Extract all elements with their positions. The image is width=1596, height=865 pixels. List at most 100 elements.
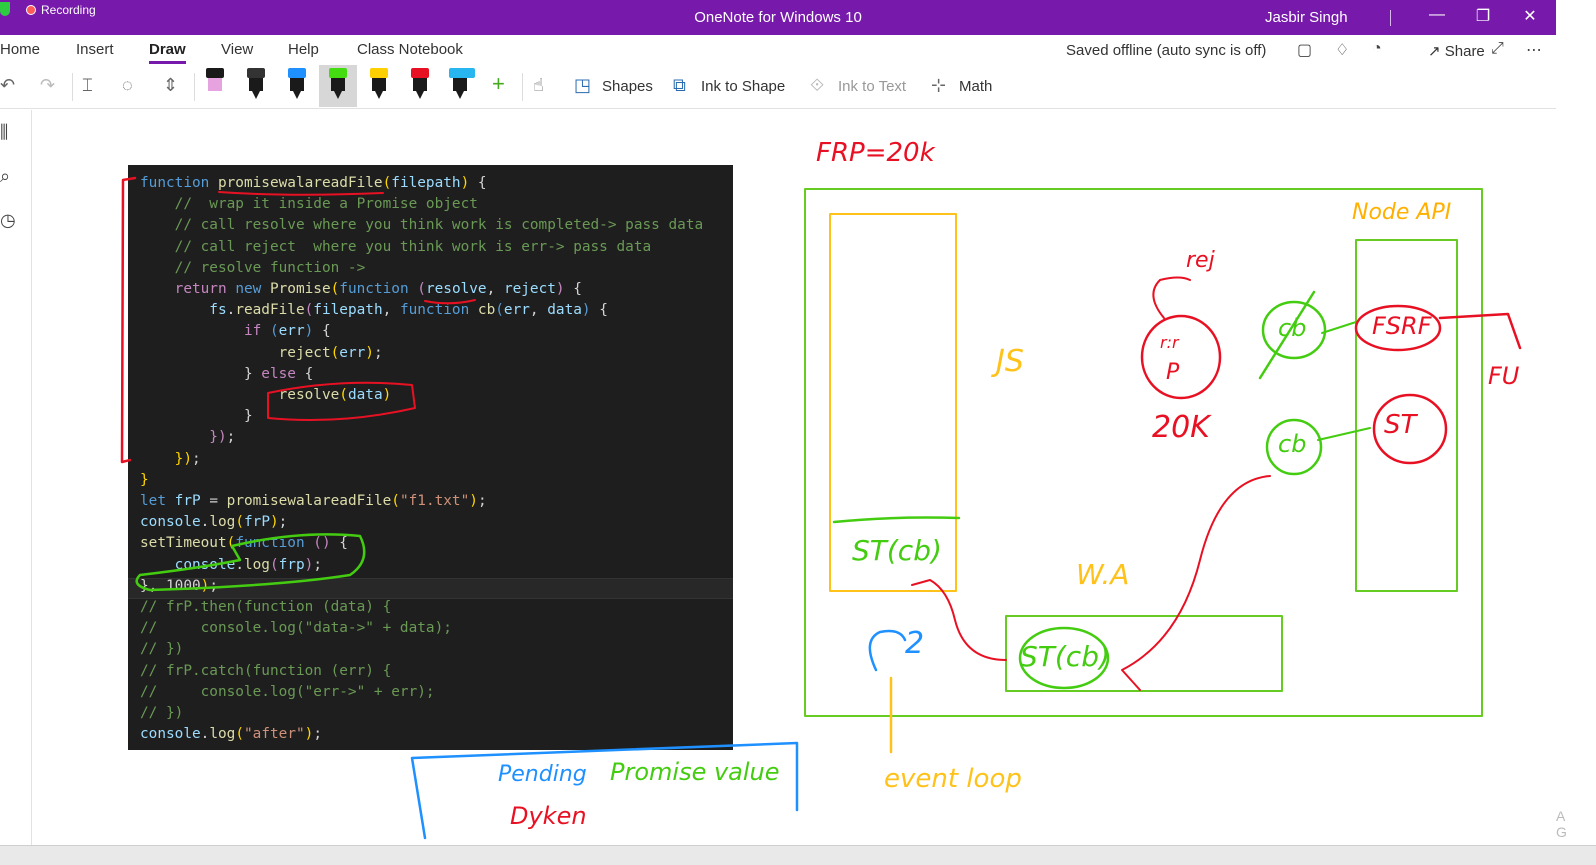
js-label: JS: [996, 344, 1024, 379]
sync-status: Saved offline (auto sync is off): [1066, 42, 1267, 59]
code-token: if: [140, 323, 270, 340]
notebooks-icon[interactable]: ⫼: [0, 122, 8, 143]
code-token: ): [365, 344, 374, 361]
tab-insert[interactable]: Insert: [76, 41, 114, 58]
code-token: ,: [486, 281, 504, 297]
code-token: (: [269, 323, 279, 340]
code-token: filepath: [391, 175, 461, 191]
close-button[interactable]: ✕: [1515, 6, 1545, 26]
yellow-pen[interactable]: [368, 65, 390, 101]
code-token: filepath: [313, 302, 383, 319]
rej-label: rej: [1186, 248, 1215, 273]
left-navigation: ⫼ ⌕ ◷: [0, 110, 32, 850]
code-token: else: [261, 365, 296, 382]
share-label: Share: [1444, 43, 1485, 60]
code-token: (: [391, 493, 400, 509]
user-name[interactable]: Jasbir Singh: [1265, 9, 1348, 26]
math-icon[interactable]: ⊹: [931, 75, 946, 96]
code-token: new: [235, 281, 270, 297]
tab-class-notebook[interactable]: Class Notebook: [357, 41, 463, 58]
p-label: P: [1166, 360, 1180, 385]
add-pen-button[interactable]: +: [492, 71, 505, 97]
code-token: promisewalareadFile: [217, 175, 383, 191]
tab-draw[interactable]: Draw: [149, 41, 186, 64]
code-token: (: [382, 175, 392, 191]
math-button[interactable]: Math: [959, 78, 992, 95]
code-token: ;: [373, 344, 383, 361]
lasso-select-icon[interactable]: ◌: [122, 75, 133, 96]
fullscreen-icon[interactable]: ⤢: [1491, 40, 1504, 58]
lightbulb-icon[interactable]: ♢: [1335, 40, 1349, 60]
code-token: =: [200, 493, 227, 509]
shapes-icon[interactable]: ◳: [574, 75, 591, 96]
code-token: readFile: [235, 302, 305, 319]
maximize-button[interactable]: ❐: [1468, 6, 1498, 26]
toolbar-separator: [72, 73, 73, 101]
recent-icon[interactable]: ◷: [0, 210, 16, 231]
code-token: ): [555, 281, 565, 297]
code-token: console: [140, 514, 201, 531]
pink-highlighter-pen[interactable]: [204, 65, 226, 101]
code-token: {: [313, 323, 331, 340]
code-line: }: [140, 472, 149, 493]
code-token: ): [304, 323, 314, 340]
tab-help[interactable]: Help: [288, 41, 319, 58]
code-token: {: [295, 365, 314, 382]
bottom-scrollbar[interactable]: [0, 845, 1596, 865]
code-token: .: [235, 556, 244, 573]
code-token: (: [235, 514, 244, 531]
code-line: });: [140, 451, 201, 472]
code-line: // }): [140, 705, 183, 726]
code-token: ;: [313, 726, 322, 743]
ink-to-shape-button[interactable]: Ink to Shape: [701, 78, 785, 95]
code-line: fs.readFile(filepath, function cb(err, d…: [140, 302, 608, 323]
stack-cb-label: ST(cb): [852, 534, 942, 567]
notebook-icon[interactable]: ▢: [1297, 40, 1312, 60]
black-pen[interactable]: [245, 65, 267, 101]
twenty-k-label: 20K: [1152, 410, 1210, 445]
code-line: // }): [140, 641, 183, 662]
code-token: "f1.txt": [399, 493, 470, 509]
redo-icon[interactable]: ↷: [40, 75, 55, 96]
cb-bottom-label: cb: [1278, 430, 1307, 458]
code-token: (): [313, 535, 331, 552]
right-scroll-edge: AG: [1556, 0, 1596, 845]
code-token: ): [460, 175, 470, 191]
code-token: .: [226, 302, 236, 319]
code-token: fs: [140, 302, 227, 319]
shapes-button[interactable]: Shapes: [602, 78, 653, 95]
share-button[interactable]: ↗ Share: [1428, 42, 1485, 60]
ink-to-text-button[interactable]: Ink to Text: [838, 78, 906, 95]
code-token: {: [590, 302, 608, 319]
bell-icon[interactable]: ◔: [1372, 40, 1382, 58]
blue-pen[interactable]: [286, 65, 308, 101]
ink-to-text-icon[interactable]: ⟐: [810, 75, 824, 96]
code-line: return new Promise(function (resolve, re…: [140, 281, 582, 302]
code-token: {: [469, 175, 487, 191]
code-line: // wrap it inside a Promise object: [140, 196, 478, 217]
more-options-button[interactable]: ⋯: [1526, 40, 1542, 60]
red-pen[interactable]: [409, 65, 431, 101]
touch-draw-icon[interactable]: ☝: [533, 75, 544, 96]
undo-icon[interactable]: ↶: [0, 75, 15, 96]
code-token: ,: [529, 302, 548, 319]
add-space-icon[interactable]: ⇕: [163, 75, 178, 96]
code-token: (: [235, 726, 244, 743]
code-token: ;: [191, 450, 201, 467]
code-token: // resolve function ->: [140, 259, 366, 276]
code-token: ;: [313, 556, 322, 573]
dyken-label: Dyken: [510, 802, 587, 830]
toolbar-separator: [194, 73, 195, 101]
code-token: ;: [226, 429, 236, 446]
green-pen[interactable]: [319, 65, 357, 107]
cyan-pen[interactable]: [449, 65, 475, 101]
tab-home[interactable]: Home: [0, 41, 40, 58]
code-token: // }): [140, 641, 184, 658]
search-icon[interactable]: ⌕: [0, 166, 10, 187]
ink-to-shape-icon[interactable]: ⧉: [673, 75, 686, 96]
tab-view[interactable]: View: [221, 41, 253, 58]
code-token: err: [339, 344, 366, 361]
type-select-icon[interactable]: ⌶: [82, 75, 93, 96]
code-token: data: [347, 387, 383, 403]
minimize-button[interactable]: —: [1422, 6, 1452, 24]
